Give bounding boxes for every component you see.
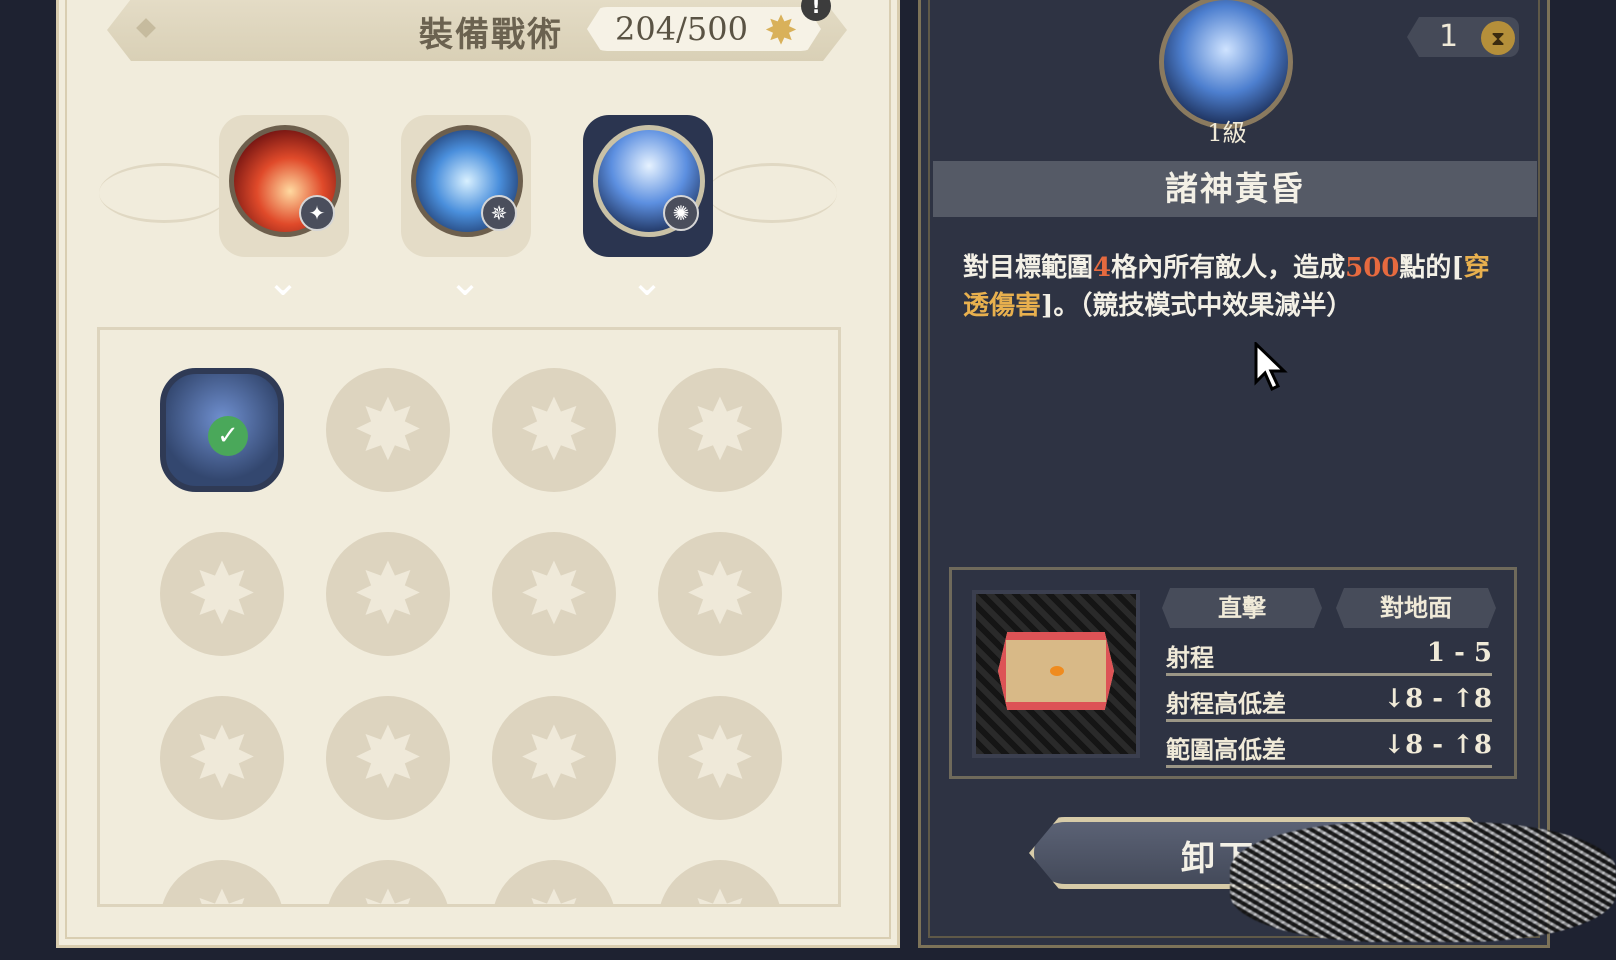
- stat-label: 射程高低差: [1166, 689, 1286, 718]
- left-ornament: [99, 163, 229, 223]
- skill-detail-panel: 1級 1 ⧗ 諸神黃昏 對目標範圍4格內所有敵人，造成500點的[穿透傷害]。（…: [918, 0, 1550, 948]
- tactic-grid: ✓ ✸ ✸ ✸ ✸ ✸ ✸ ✸ ✸ ✸ ✸ ✸ ✸ ✸ ✸ ✸: [97, 327, 841, 907]
- tactic-slot-2[interactable]: ✵: [401, 115, 531, 257]
- obscured-overlay: [1230, 822, 1616, 942]
- grid-cell-empty[interactable]: ✸: [160, 532, 284, 656]
- chevron-down-icon: ⌄: [266, 259, 300, 305]
- grid-cell-empty[interactable]: ✸: [492, 696, 616, 820]
- desc-damage-value: 500: [1345, 253, 1400, 283]
- slot-badge-icon: ✺: [663, 195, 699, 231]
- empty-star-icon: ✸: [518, 381, 590, 479]
- skill-name: 諸神黃昏: [1165, 169, 1305, 208]
- empty-star-icon: ✸: [684, 545, 756, 643]
- chevron-down-icon: ⌄: [630, 259, 664, 305]
- empty-star-icon: ✸: [352, 381, 424, 479]
- grid-cell-empty[interactable]: ✸: [658, 368, 782, 492]
- area-preview-map: [972, 590, 1140, 758]
- skill-emblem-icon: [1159, 0, 1293, 129]
- stat-label: 範圍高低差: [1166, 735, 1286, 764]
- stat-value: ↓8 - ↑8: [1383, 684, 1492, 714]
- tactic-slot-1[interactable]: ✦: [219, 115, 349, 257]
- check-icon: ✓: [208, 416, 248, 456]
- grid-cell-empty[interactable]: ✸: [658, 696, 782, 820]
- empty-star-icon: ✸: [352, 545, 424, 643]
- grid-cell-equipped[interactable]: ✓: [160, 368, 284, 492]
- grid-cell-empty[interactable]: ✸: [492, 860, 616, 904]
- stat-row-range: 射程 1 - 5: [1166, 632, 1492, 676]
- skill-level: 1級: [1207, 119, 1247, 147]
- stat-row-area-height: 範圍高低差 ↓8 - ↑8: [1166, 724, 1492, 768]
- empty-star-icon: ✸: [186, 709, 258, 807]
- grid-cell-empty[interactable]: ✸: [492, 532, 616, 656]
- tag-ground-target: 對地面: [1336, 588, 1496, 628]
- grid-cell-empty[interactable]: ✸: [326, 532, 450, 656]
- tactic-slot-3-selected[interactable]: ✺: [583, 115, 713, 257]
- turn-cost-value: 1: [1439, 19, 1459, 54]
- desc-text: 對目標範圍: [963, 253, 1094, 283]
- desc-text: ]。（競技模式中效果減半）: [1041, 291, 1353, 321]
- stat-label: 射程: [1166, 643, 1214, 672]
- empty-star-icon: ✸: [186, 545, 258, 643]
- grid-cell-empty[interactable]: ✸: [658, 532, 782, 656]
- desc-text: 點的[: [1399, 253, 1464, 283]
- desc-range-value: 4: [1093, 253, 1112, 283]
- hourglass-icon: ⧗: [1481, 21, 1515, 55]
- stat-value: 1 - 5: [1426, 638, 1492, 668]
- grid-cell-empty[interactable]: ✸: [492, 368, 616, 492]
- slot-badge-icon: ✦: [299, 195, 335, 231]
- empty-star-icon: ✸: [352, 709, 424, 807]
- skill-stats-box: 直擊 對地面 射程 1 - 5 射程高低差 ↓8 - ↑8 範圍高低差 ↓8 -…: [949, 567, 1517, 779]
- area-center-marker: [1050, 666, 1064, 676]
- tactics-panel: 裝備戰術 204/500 ✸ ! ✦ ✵ ✺ ⌄ ⌄ ⌄ ✓ ✸ ✸ ✸ ✸ ✸…: [56, 0, 900, 948]
- grid-cell-empty[interactable]: ✸: [326, 696, 450, 820]
- grid-cell-empty[interactable]: ✸: [658, 860, 782, 904]
- stat-value: ↓8 - ↑8: [1383, 730, 1492, 760]
- tactics-title: 裝備戰術: [419, 15, 563, 55]
- grid-cell-empty[interactable]: ✸: [326, 860, 450, 904]
- star-points-icon: ✸: [764, 8, 798, 54]
- empty-star-icon: ✸: [684, 381, 756, 479]
- empty-star-icon: ✸: [518, 709, 590, 807]
- tag-direct-hit: 直擊: [1162, 588, 1322, 628]
- skill-description: 對目標範圍4格內所有敵人，造成500點的[穿透傷害]。（競技模式中效果減半）: [963, 249, 1513, 325]
- desc-text: 格內所有敵人，造成: [1111, 253, 1346, 283]
- empty-star-icon: ✸: [658, 860, 782, 904]
- mouse-cursor-icon: [1254, 342, 1288, 392]
- grid-cell-empty[interactable]: ✸: [160, 696, 284, 820]
- grid-cell-empty[interactable]: ✸: [160, 860, 284, 904]
- empty-star-icon: ✸: [518, 545, 590, 643]
- stat-row-range-height: 射程高低差 ↓8 - ↑8: [1166, 678, 1492, 722]
- empty-star-icon: ✸: [684, 709, 756, 807]
- right-ornament: [707, 163, 837, 223]
- grid-cell-empty[interactable]: ✸: [326, 368, 450, 492]
- empty-star-icon: ✸: [492, 860, 616, 904]
- slot-badge-icon: ✵: [481, 195, 517, 231]
- empty-star-icon: ✸: [160, 860, 284, 904]
- empty-star-icon: ✸: [326, 860, 450, 904]
- chevron-down-icon: ⌄: [448, 259, 482, 305]
